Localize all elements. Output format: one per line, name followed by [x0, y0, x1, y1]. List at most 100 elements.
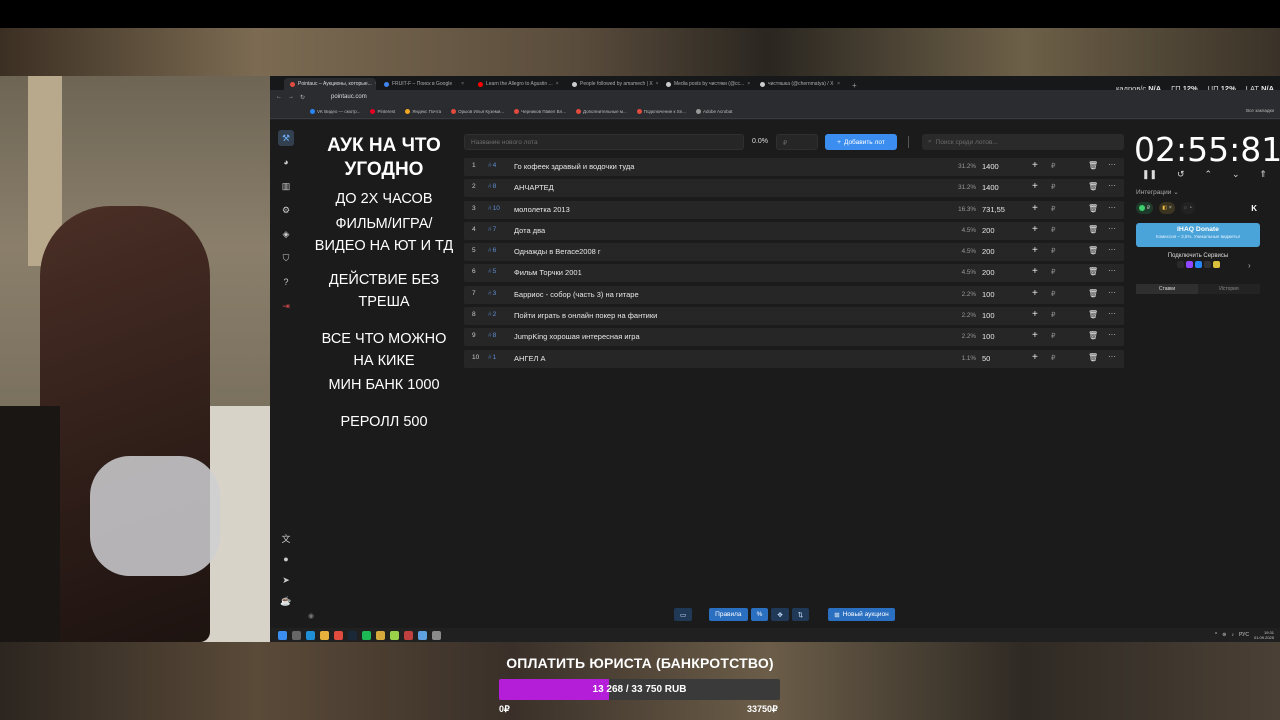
browser-tab[interactable]: Media posts by чистяки (@сс... × [660, 78, 752, 90]
trash-icon[interactable]: 🗑 [1088, 353, 1098, 362]
layers-icon[interactable]: ◈ [278, 226, 294, 242]
language-indicator[interactable]: РУС [1239, 632, 1249, 638]
chevron-down-icon[interactable]: ⌄ [1232, 169, 1240, 180]
ruble-input[interactable]: ₽ [1051, 332, 1055, 340]
auction-icon[interactable]: ⚒ [278, 130, 294, 146]
help-icon[interactable]: ? [278, 274, 294, 290]
lot-row[interactable]: 4 #7 Дота два 4.5% 200 + ₽ 🗑 ··· [464, 221, 1124, 240]
lot-amount[interactable]: 100 [982, 290, 995, 299]
trash-icon[interactable]: 🗑 [1088, 204, 1098, 213]
wheel-icon[interactable]: ◕ [278, 154, 294, 170]
more-icon[interactable]: ··· [1108, 181, 1116, 190]
lot-amount[interactable]: 1400 [982, 162, 999, 171]
lot-name[interactable]: Дота два [514, 226, 545, 235]
connect-services[interactable]: Подключить Сервисы [1136, 253, 1260, 268]
chevron-up-icon[interactable]: ^ [1215, 632, 1217, 638]
add-amount-icon[interactable]: + [1032, 224, 1038, 235]
stats-icon[interactable]: ▥ [278, 178, 294, 194]
bookmark-item[interactable]: Adobe Acrobat [696, 108, 733, 114]
close-icon[interactable]: × [556, 81, 559, 87]
bookmark-item[interactable]: Яндекс Почта [405, 108, 441, 114]
app-icon[interactable] [418, 630, 427, 640]
lot-amount[interactable]: 200 [982, 226, 995, 235]
trash-icon[interactable]: 🗑 [1088, 331, 1098, 340]
ruble-input[interactable]: ₽ [1051, 162, 1055, 170]
donate-service-card[interactable]: IHAQ Donate Комиссия – 3,5%. Уникальные … [1136, 223, 1260, 247]
all-bookmarks-button[interactable]: Все закладки [1246, 108, 1274, 113]
close-icon[interactable]: × [837, 81, 840, 87]
lot-name[interactable]: АНГЕЛ А [514, 354, 546, 363]
ruble-input[interactable]: ₽ [1051, 247, 1055, 255]
lot-name[interactable]: Пойти играть в онлайн покер на фантики [514, 311, 657, 320]
url-field[interactable]: pointauc.com [331, 94, 367, 100]
ruble-input[interactable]: ₽ [1051, 226, 1055, 234]
bookmark-item[interactable]: Дополнительные м... [576, 108, 627, 114]
taskview-icon[interactable] [292, 630, 301, 640]
more-icon[interactable]: ··· [1108, 224, 1116, 233]
steam-icon[interactable] [348, 630, 357, 640]
trash-icon[interactable]: 🗑 [1088, 225, 1098, 234]
add-amount-icon[interactable]: + [1032, 330, 1038, 341]
percent-button[interactable]: % [750, 608, 769, 621]
kick-icon[interactable]: K [1248, 202, 1260, 214]
github-icon[interactable]: ● [278, 551, 294, 567]
network-icon[interactable]: ⊜ [1222, 632, 1226, 638]
rules-button[interactable]: Правила [709, 608, 748, 621]
tab-history[interactable]: История [1198, 284, 1260, 294]
forward-icon[interactable]: → [288, 94, 294, 100]
browser-tab[interactable]: People followed by amamech | X × [566, 78, 658, 90]
bookmark-item[interactable]: Подключение к Sn... [636, 108, 686, 114]
start-icon[interactable] [278, 630, 287, 640]
new-auction-button[interactable]: ⊞ Новый аукцион [828, 608, 895, 621]
bookmark-item[interactable]: Черников Павел Вл... [514, 108, 566, 114]
shield-icon[interactable]: ⛉ [278, 250, 294, 266]
pause-icon[interactable]: ❚❚ [1142, 169, 1157, 180]
add-amount-icon[interactable]: + [1032, 266, 1038, 277]
folder-icon[interactable] [376, 630, 385, 640]
donate-icon[interactable]: ☕ [278, 593, 294, 609]
ruble-input[interactable]: ₽ [1051, 311, 1055, 319]
more-icon[interactable]: ··· [1108, 160, 1116, 169]
more-icon[interactable]: ··· [1108, 309, 1116, 318]
settings-icon[interactable] [432, 630, 441, 640]
explorer-icon[interactable] [320, 630, 329, 640]
close-icon[interactable]: × [461, 81, 464, 87]
lot-amount[interactable]: 100 [982, 332, 995, 341]
more-icon[interactable]: ··· [1108, 330, 1116, 339]
new-tab-button[interactable]: + [852, 81, 857, 90]
back-icon[interactable]: ← [276, 94, 282, 100]
lot-amount[interactable]: 50 [982, 354, 990, 363]
add-amount-icon[interactable]: + [1032, 160, 1038, 171]
translate-icon[interactable]: 文 [278, 530, 294, 546]
more-icon[interactable]: ··· [1108, 245, 1116, 254]
lot-name[interactable]: Го кофеек здравый и водочки туда [514, 162, 634, 171]
lot-row[interactable]: 6 #5 Фильм Торчки 2001 4.5% 200 + ₽ 🗑 ··· [464, 264, 1124, 283]
fullscreen-button[interactable]: ▭ [674, 608, 693, 621]
new-lot-name-input[interactable]: Название нового лота [464, 134, 744, 150]
lot-name[interactable]: JumpKing хорошая интересная игра [514, 332, 640, 341]
browser-tab[interactable]: Pointauc – Аукционы, которые...× [284, 78, 376, 90]
sort-button[interactable]: ⇅ [791, 608, 810, 621]
lot-row[interactable]: 1 #4 Го кофеек здравый и водочки туда 31.2%… [464, 158, 1124, 176]
trash-icon[interactable]: 🗑 [1088, 246, 1098, 255]
add-amount-icon[interactable]: + [1032, 181, 1038, 192]
new-lot-amount-input[interactable]: ₽ [776, 134, 818, 150]
lot-amount[interactable]: 1400 [982, 183, 999, 192]
lot-row[interactable]: 9 #8 JumpKing хорошая интересная игра 2.2% 1… [464, 328, 1124, 347]
lot-name[interactable]: Фильм Торчки 2001 [514, 268, 582, 277]
ruble-input[interactable]: ₽ [1051, 354, 1055, 362]
chrome-icon[interactable] [334, 630, 343, 640]
trash-icon[interactable]: 🗑 [1088, 182, 1098, 191]
lot-amount[interactable]: 731,55 [982, 205, 1005, 214]
browser-tab[interactable]: чистяшка (@chernmatya) / X × [754, 78, 846, 90]
lot-name[interactable]: Барриос - собор (часть 3) на гитаре [514, 290, 639, 299]
more-icon[interactable]: ··· [1108, 266, 1116, 275]
lot-amount[interactable]: 100 [982, 311, 995, 320]
donationalerts-toggle[interactable]: ₽ [1136, 202, 1154, 214]
twitch-toggle[interactable]: ◧ × [1159, 202, 1175, 214]
lot-amount[interactable]: 200 [982, 268, 995, 277]
lot-name[interactable]: АНЧАРТЕД [514, 183, 554, 192]
ruble-input[interactable]: ₽ [1051, 183, 1055, 191]
lot-row[interactable]: 5 #6 Однажды в Вегасе2008 г 4.5% 200 + ₽ 🗑 ··· [464, 243, 1124, 262]
lot-search-input[interactable]: ⌕ Поиск среди лотов... [922, 134, 1124, 150]
